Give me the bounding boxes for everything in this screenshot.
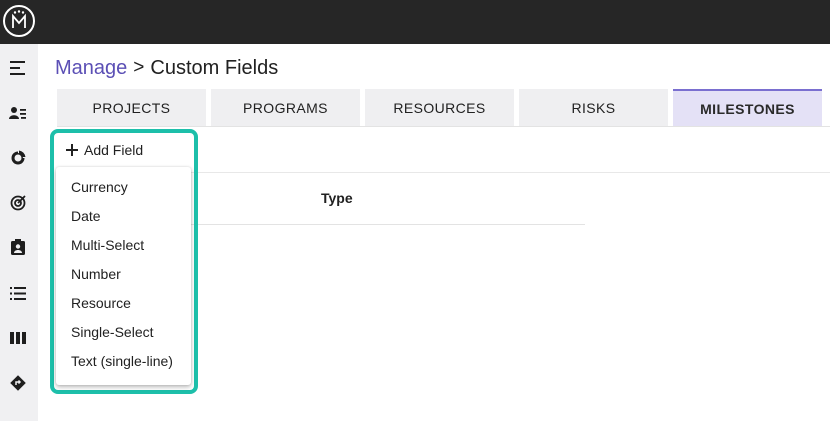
- top-bar: [0, 0, 830, 44]
- donut-chart-icon[interactable]: [7, 147, 29, 169]
- tab-milestones[interactable]: MILESTONES: [673, 89, 822, 126]
- menu-item-resource[interactable]: Resource: [56, 289, 191, 318]
- directions-sign-icon[interactable]: [7, 372, 29, 394]
- tab-programs[interactable]: PROGRAMS: [211, 89, 360, 126]
- tab-projects[interactable]: PROJECTS: [57, 89, 206, 126]
- menu-item-number[interactable]: Number: [56, 260, 191, 289]
- clipboard-user-icon[interactable]: [7, 236, 29, 258]
- page-title: Custom Fields: [150, 56, 279, 79]
- people-list-icon[interactable]: [7, 102, 29, 124]
- menu-collapse-icon[interactable]: [7, 57, 29, 79]
- menu-item-date[interactable]: Date: [56, 202, 191, 231]
- monogram-logo-icon[interactable]: [3, 5, 35, 37]
- add-field-menu: Currency Date Multi-Select Number Resour…: [56, 167, 191, 385]
- tab-risks[interactable]: RISKS: [519, 89, 668, 126]
- tab-resources[interactable]: RESOURCES: [365, 89, 514, 126]
- bulleted-list-icon[interactable]: [7, 282, 29, 304]
- sidebar: [0, 44, 38, 421]
- tabs-divider: [57, 126, 830, 127]
- breadcrumb-separator: >: [133, 57, 145, 78]
- target-icon[interactable]: [7, 192, 29, 214]
- add-field-button[interactable]: Add Field: [66, 140, 143, 160]
- columns-icon[interactable]: [7, 327, 29, 349]
- breadcrumb: Manage > Custom Fields: [55, 57, 278, 79]
- breadcrumb-manage-link[interactable]: Manage: [55, 57, 127, 80]
- column-header-type[interactable]: Type: [321, 190, 353, 206]
- plus-icon: [66, 144, 78, 156]
- main-content: Manage > Custom Fields PROJECTS PROGRAMS…: [38, 44, 830, 421]
- menu-item-multi-select[interactable]: Multi-Select: [56, 231, 191, 260]
- menu-item-currency[interactable]: Currency: [56, 173, 191, 202]
- menu-item-text-single-line[interactable]: Text (single-line): [56, 347, 191, 376]
- menu-item-single-select[interactable]: Single-Select: [56, 318, 191, 347]
- add-field-label: Add Field: [84, 142, 144, 158]
- table-header: Type: [188, 172, 585, 225]
